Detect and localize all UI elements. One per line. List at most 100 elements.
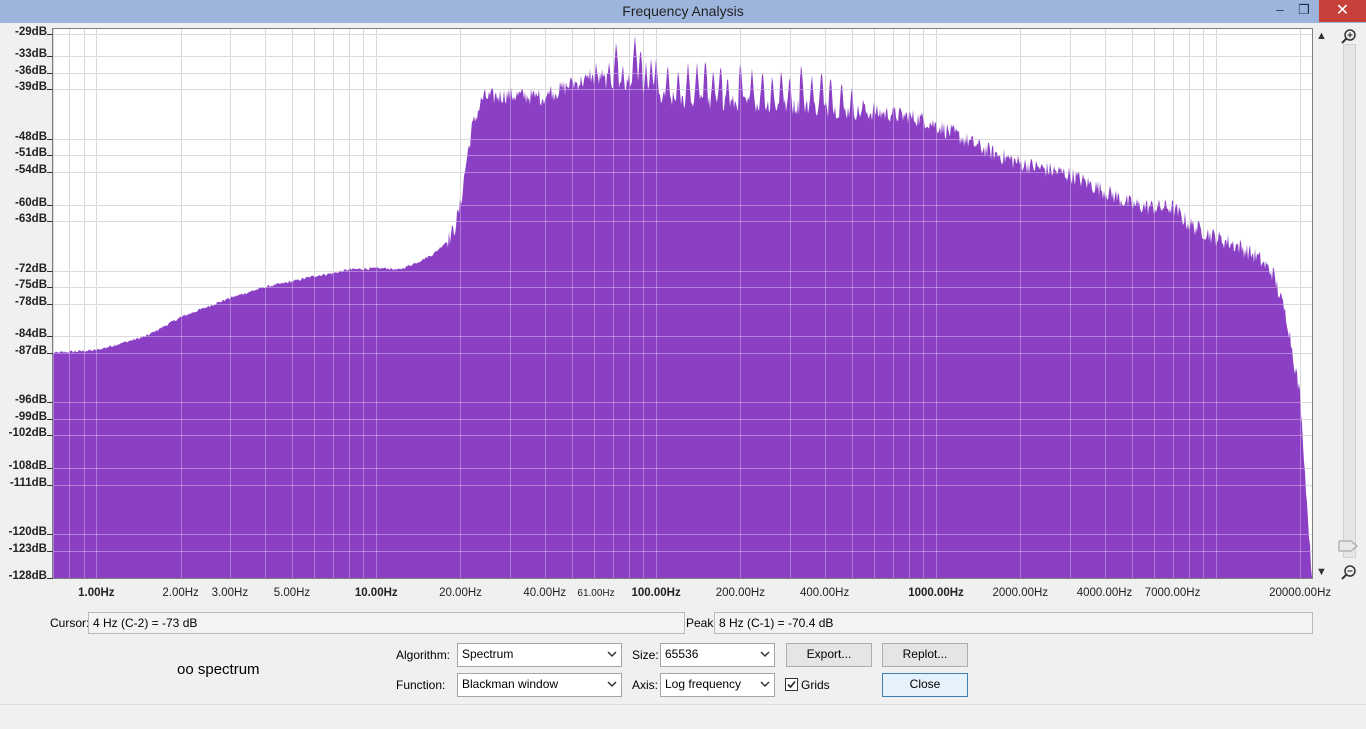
- y-tick-mark: [47, 221, 53, 222]
- y-tick-mark: [47, 435, 53, 436]
- x-tick-label: 100.00Hz: [631, 587, 681, 599]
- y-tick-mark: [47, 287, 53, 288]
- y-tick-mark: [47, 353, 53, 354]
- algorithm-value: Spectrum: [462, 647, 514, 661]
- x-tick-label: 400.00Hz: [800, 587, 850, 599]
- y-tick-mark: [47, 485, 53, 486]
- minimize-button[interactable]: –: [1268, 0, 1292, 22]
- algorithm-label: Algorithm:: [396, 648, 451, 662]
- axis-label: Axis:: [632, 678, 659, 692]
- x-tick-label: 10.00Hz: [354, 587, 398, 599]
- chevron-down-icon: [760, 681, 770, 688]
- y-tick-mark: [47, 139, 53, 140]
- spectrum-area: [53, 35, 1312, 578]
- size-select[interactable]: 65536: [660, 643, 775, 667]
- x-tick-label: 4000.00Hz: [1076, 587, 1133, 599]
- grids-label: Grids: [801, 678, 830, 692]
- zoom-out-icon[interactable]: [1340, 564, 1358, 582]
- x-tick-label: 200.00Hz: [715, 587, 765, 599]
- x-tick-label: 5.00Hz: [273, 587, 311, 599]
- y-tick-mark: [47, 89, 53, 90]
- y-tick-label: -75dB: [15, 279, 47, 292]
- y-tick-mark: [47, 304, 53, 305]
- cursor-readout: 4 Hz (C-2) = -73 dB: [88, 612, 685, 634]
- y-tick-mark: [47, 336, 53, 337]
- y-tick-label: -33dB: [15, 48, 47, 61]
- x-tick-label: 20000.00Hz: [1269, 587, 1332, 599]
- y-tick-label: -120dB: [8, 526, 47, 539]
- y-tick-label: -123dB: [8, 542, 47, 555]
- y-tick-mark: [47, 271, 53, 272]
- y-tick-label: -72dB: [15, 262, 47, 275]
- y-tick-mark: [47, 551, 53, 552]
- x-tick-label: 2000.00Hz: [992, 587, 1049, 599]
- cursor-label: Cursor:: [50, 616, 90, 630]
- y-tick-mark: [47, 468, 53, 469]
- y-tick-mark: [47, 205, 53, 206]
- y-tick-label: -96dB: [15, 394, 47, 407]
- chevron-down-icon: [607, 681, 617, 688]
- y-tick-label: -99dB: [15, 410, 47, 423]
- y-tick-label: -60dB: [15, 196, 47, 209]
- chevron-down-icon: [607, 651, 617, 658]
- y-tick-label: -111dB: [9, 476, 47, 489]
- x-tick-label: 3.00Hz: [211, 587, 249, 599]
- size-label: Size:: [632, 648, 659, 662]
- x-tick-label: 1.00Hz: [78, 587, 115, 599]
- status-bar: [0, 704, 1366, 729]
- y-tick-mark: [47, 419, 53, 420]
- chevron-down-icon: [760, 651, 770, 658]
- size-value: 65536: [665, 647, 699, 661]
- y-tick-mark: [47, 34, 53, 35]
- zoom-slider-track[interactable]: [1343, 44, 1356, 558]
- x-tick-label: 61.00Hz: [577, 588, 615, 599]
- y-tick-label: -102dB: [8, 427, 47, 440]
- zoom-slider-thumb[interactable]: [1338, 540, 1358, 552]
- x-tick-label: 2.00Hz: [162, 587, 199, 599]
- y-tick-label: -78dB: [15, 295, 47, 308]
- scroll-down-icon[interactable]: ▼: [1316, 566, 1327, 578]
- axis-select[interactable]: Log frequency: [660, 673, 775, 697]
- y-tick-label: -84dB: [15, 328, 47, 341]
- window-title: Frequency Analysis: [622, 3, 744, 19]
- y-tick-label: -54dB: [15, 163, 47, 176]
- spectrum-plot[interactable]: [53, 29, 1312, 578]
- maximize-button[interactable]: ❐: [1292, 0, 1316, 22]
- checkmark-icon: [787, 680, 796, 689]
- replot-button[interactable]: Replot...: [882, 643, 968, 667]
- peak-label: Peak:: [686, 616, 717, 630]
- close-window-button[interactable]: ✕: [1319, 0, 1366, 22]
- y-tick-mark: [47, 402, 53, 403]
- axis-value: Log frequency: [665, 677, 742, 691]
- y-tick-mark: [47, 73, 53, 74]
- track-name: oo spectrum: [177, 661, 260, 678]
- y-tick-label: -128dB: [8, 570, 47, 582]
- function-value: Blackman window: [462, 677, 559, 691]
- title-bar: Frequency Analysis – ❐ ✕: [0, 0, 1366, 23]
- y-tick-mark: [47, 56, 53, 57]
- function-select[interactable]: Blackman window: [457, 673, 622, 697]
- y-tick-label: -63dB: [15, 213, 47, 226]
- y-tick-mark: [47, 155, 53, 156]
- function-label: Function:: [396, 678, 446, 692]
- scroll-up-icon[interactable]: ▲: [1316, 30, 1327, 42]
- export-button[interactable]: Export...: [786, 643, 872, 667]
- x-tick-label: 20.00Hz: [439, 587, 482, 599]
- y-tick-label: -36dB: [15, 64, 47, 77]
- x-tick-label: 1000.00Hz: [908, 587, 964, 599]
- peak-readout: 8 Hz (C-1) = -70.4 dB: [714, 612, 1313, 634]
- y-tick-mark: [47, 172, 53, 173]
- x-tick-label: 7000.00Hz: [1144, 587, 1201, 599]
- y-tick-label: -39dB: [15, 81, 47, 94]
- y-tick-mark: [47, 578, 53, 579]
- y-tick-label: -29dB: [15, 26, 47, 39]
- y-tick-label: -51dB: [15, 147, 47, 160]
- x-tick-label: 40.00Hz: [523, 587, 567, 599]
- y-tick-label: -48dB: [15, 130, 47, 143]
- close-button[interactable]: Close: [882, 673, 968, 697]
- grids-checkbox[interactable]: [785, 678, 798, 691]
- y-tick-mark: [47, 534, 53, 535]
- y-tick-label: -87dB: [15, 344, 47, 357]
- algorithm-select[interactable]: Spectrum: [457, 643, 622, 667]
- y-tick-label: -108dB: [8, 460, 47, 473]
